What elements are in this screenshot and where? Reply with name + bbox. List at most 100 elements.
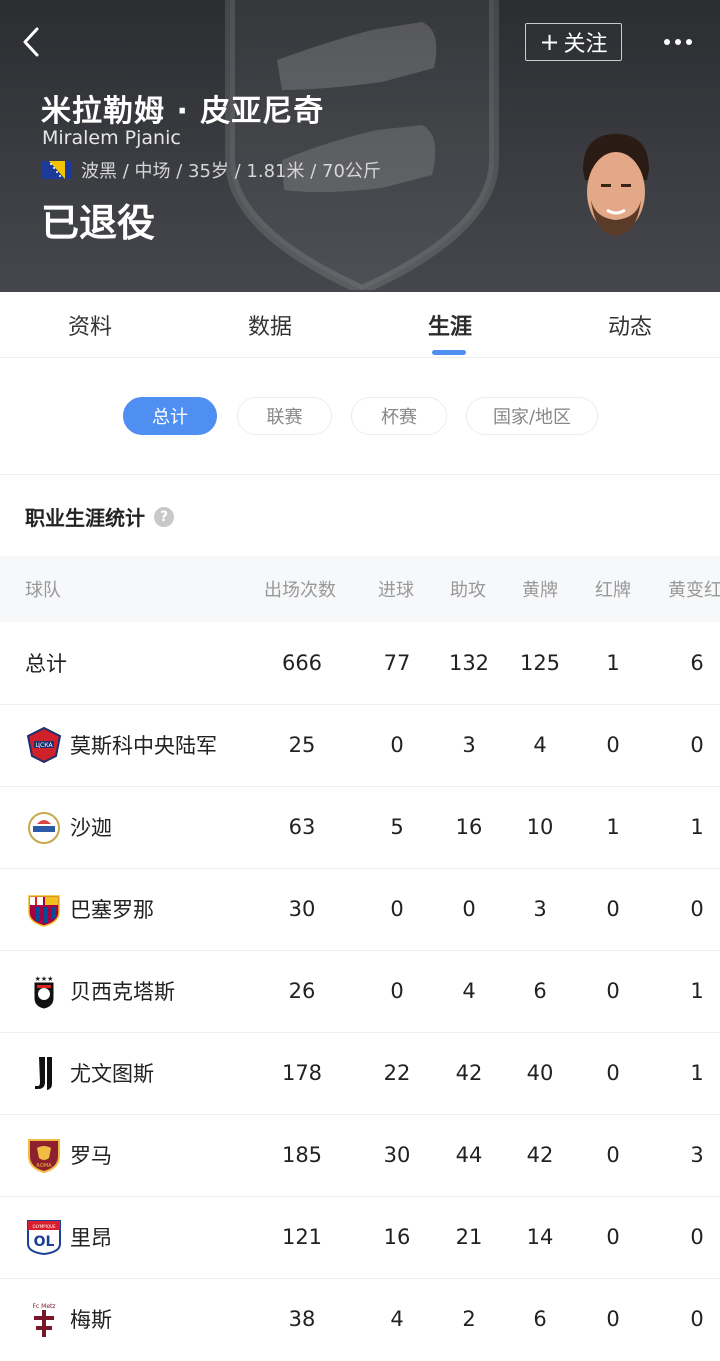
yellow-value: 40	[526, 1061, 554, 1085]
svg-text:OL: OL	[34, 1234, 55, 1250]
team-cell: ЦСКА 莫斯科中央陆军	[25, 704, 217, 786]
apps-value: 26	[288, 979, 316, 1003]
tab-news[interactable]: 动态	[540, 292, 720, 357]
filter-total[interactable]: 总计	[123, 397, 217, 435]
goals-value: 4	[390, 1307, 404, 1331]
yellow-red-value: 0	[690, 897, 704, 921]
table-row[interactable]: ★★★ 贝西克塔斯 26 0 4 6 0 1	[0, 950, 720, 1033]
apps-value: 121	[281, 1225, 323, 1249]
boots-watermark-icon	[225, 0, 499, 290]
back-button[interactable]	[14, 22, 48, 62]
goals-value: 22	[383, 1061, 411, 1085]
player-info-text: 波黑 / 中场 / 35岁 / 1.81米 / 70公斤	[81, 161, 381, 182]
player-avatar	[583, 134, 649, 236]
team-name: 里昂	[70, 1226, 112, 1250]
col-team: 球队	[25, 580, 61, 601]
col-assists: 助攻	[450, 580, 486, 601]
goals-value: 0	[390, 733, 404, 757]
besiktas-logo-icon: ★★★	[34, 975, 54, 1009]
sharjah-logo-icon	[28, 812, 60, 844]
section-title: 职业生涯统计 ?	[25, 502, 174, 531]
more-dots-icon	[664, 39, 670, 45]
apps-value: 38	[288, 1307, 316, 1331]
tab-career[interactable]: 生涯	[360, 292, 540, 357]
barcelona-logo-icon	[28, 895, 60, 927]
svg-text:Fc Metz: Fc Metz	[32, 1303, 55, 1310]
table-row[interactable]: 尤文图斯 178 22 42 40 0 1	[0, 1032, 720, 1115]
section-title-text: 职业生涯统计	[25, 506, 145, 530]
table-row[interactable]: 巴塞罗那 30 0 0 3 0 0	[0, 868, 720, 951]
filter-bar: 总计 联赛 杯赛 国家/地区	[0, 358, 720, 475]
cska-logo-icon: ЦСКА	[26, 726, 62, 764]
table-row-total[interactable]: 总计 666 77 132 125 1 6	[0, 622, 720, 705]
yellow-red-value: 3	[690, 1143, 704, 1167]
red-value: 1	[606, 815, 620, 839]
tab-profile[interactable]: 资料	[0, 292, 180, 357]
follow-button[interactable]: + 关注	[525, 23, 622, 61]
main-tabs: 资料 数据 生涯 动态	[0, 292, 720, 358]
table-row[interactable]: Fc Metz 梅斯 38 4 2 6 0 0	[0, 1278, 720, 1360]
assists-value: 21	[455, 1225, 483, 1249]
bosnia-flag-icon	[41, 161, 71, 179]
yellow-red-value: 1	[690, 979, 704, 1003]
table-row[interactable]: ROMA 罗马 185 30 44 42 0 3	[0, 1114, 720, 1197]
player-name-en: Miralem Pjanic	[42, 127, 181, 149]
yellow-value: 3	[533, 897, 547, 921]
red-value: 0	[606, 897, 620, 921]
team-name: 莫斯科中央陆军	[70, 734, 217, 758]
yellow-red-value: 0	[690, 1225, 704, 1249]
assists-value: 42	[455, 1061, 483, 1085]
col-yellow: 黄牌	[522, 580, 558, 601]
team-name: 巴塞罗那	[70, 898, 154, 922]
player-info: 波黑 / 中场 / 35岁 / 1.81米 / 70公斤	[41, 157, 381, 183]
more-button[interactable]	[656, 24, 700, 60]
red-value: 0	[606, 979, 620, 1003]
team-cell: 巴塞罗那	[25, 868, 154, 950]
assists-value: 3	[462, 733, 476, 757]
player-status: 已退役	[41, 201, 156, 245]
apps-value: 185	[281, 1143, 323, 1167]
follow-label: 关注	[563, 32, 608, 57]
team-name: 沙迦	[70, 816, 112, 840]
filter-cup[interactable]: 杯赛	[351, 397, 447, 435]
goals-value: 30	[383, 1143, 411, 1167]
apps-value: 30	[288, 897, 316, 921]
yellow-red-value: 0	[690, 1307, 704, 1331]
table-row[interactable]: ЦСКА 莫斯科中央陆军 25 0 3 4 0 0	[0, 704, 720, 787]
table-row[interactable]: OLYMPIQUE OL 里昂 121 16 21 14 0 0	[0, 1196, 720, 1279]
question-icon[interactable]: ?	[154, 506, 174, 527]
yellow-value: 125	[519, 651, 561, 675]
more-dot	[675, 39, 681, 45]
team-name: 贝西克塔斯	[70, 980, 175, 1004]
player-header: + 关注 米拉勒姆 · 皮亚尼奇 Miralem Pjanic 波黑 / 中场 …	[0, 0, 720, 292]
svg-text:OLYMPIQUE: OLYMPIQUE	[33, 1224, 56, 1229]
assists-value: 44	[455, 1143, 483, 1167]
filter-league[interactable]: 联赛	[237, 397, 332, 435]
team-name: 罗马	[70, 1144, 112, 1168]
team-cell: ★★★ 贝西克塔斯	[25, 950, 175, 1032]
svg-text:★★★: ★★★	[35, 975, 54, 983]
team-cell: ROMA 罗马	[25, 1114, 112, 1196]
team-cell: OLYMPIQUE OL 里昂	[25, 1196, 112, 1278]
red-value: 0	[606, 1307, 620, 1331]
yellow-red-value: 6	[690, 651, 704, 675]
plus-icon: +	[539, 28, 560, 56]
table-row[interactable]: 沙迦 63 5 16 10 1 1	[0, 786, 720, 869]
goals-value: 5	[390, 815, 404, 839]
player-name-cn: 米拉勒姆 · 皮亚尼奇	[41, 94, 325, 129]
col-goals: 进球	[378, 580, 414, 601]
assists-value: 0	[462, 897, 476, 921]
tab-stats[interactable]: 数据	[180, 292, 360, 357]
apps-value: 666	[281, 651, 323, 675]
chevron-left-icon	[23, 27, 39, 57]
yellow-value: 6	[533, 979, 547, 1003]
red-value: 0	[606, 733, 620, 757]
team-cell: Fc Metz 梅斯	[25, 1278, 112, 1360]
apps-value: 63	[288, 815, 316, 839]
filter-national[interactable]: 国家/地区	[466, 397, 598, 435]
svg-text:ROMA: ROMA	[36, 1163, 52, 1169]
table-header: 球队 出场次数 进球 助攻 黄牌 红牌 黄变红	[0, 556, 720, 622]
active-tab-indicator	[432, 350, 466, 355]
assists-value: 2	[462, 1307, 476, 1331]
yellow-value: 42	[526, 1143, 554, 1167]
